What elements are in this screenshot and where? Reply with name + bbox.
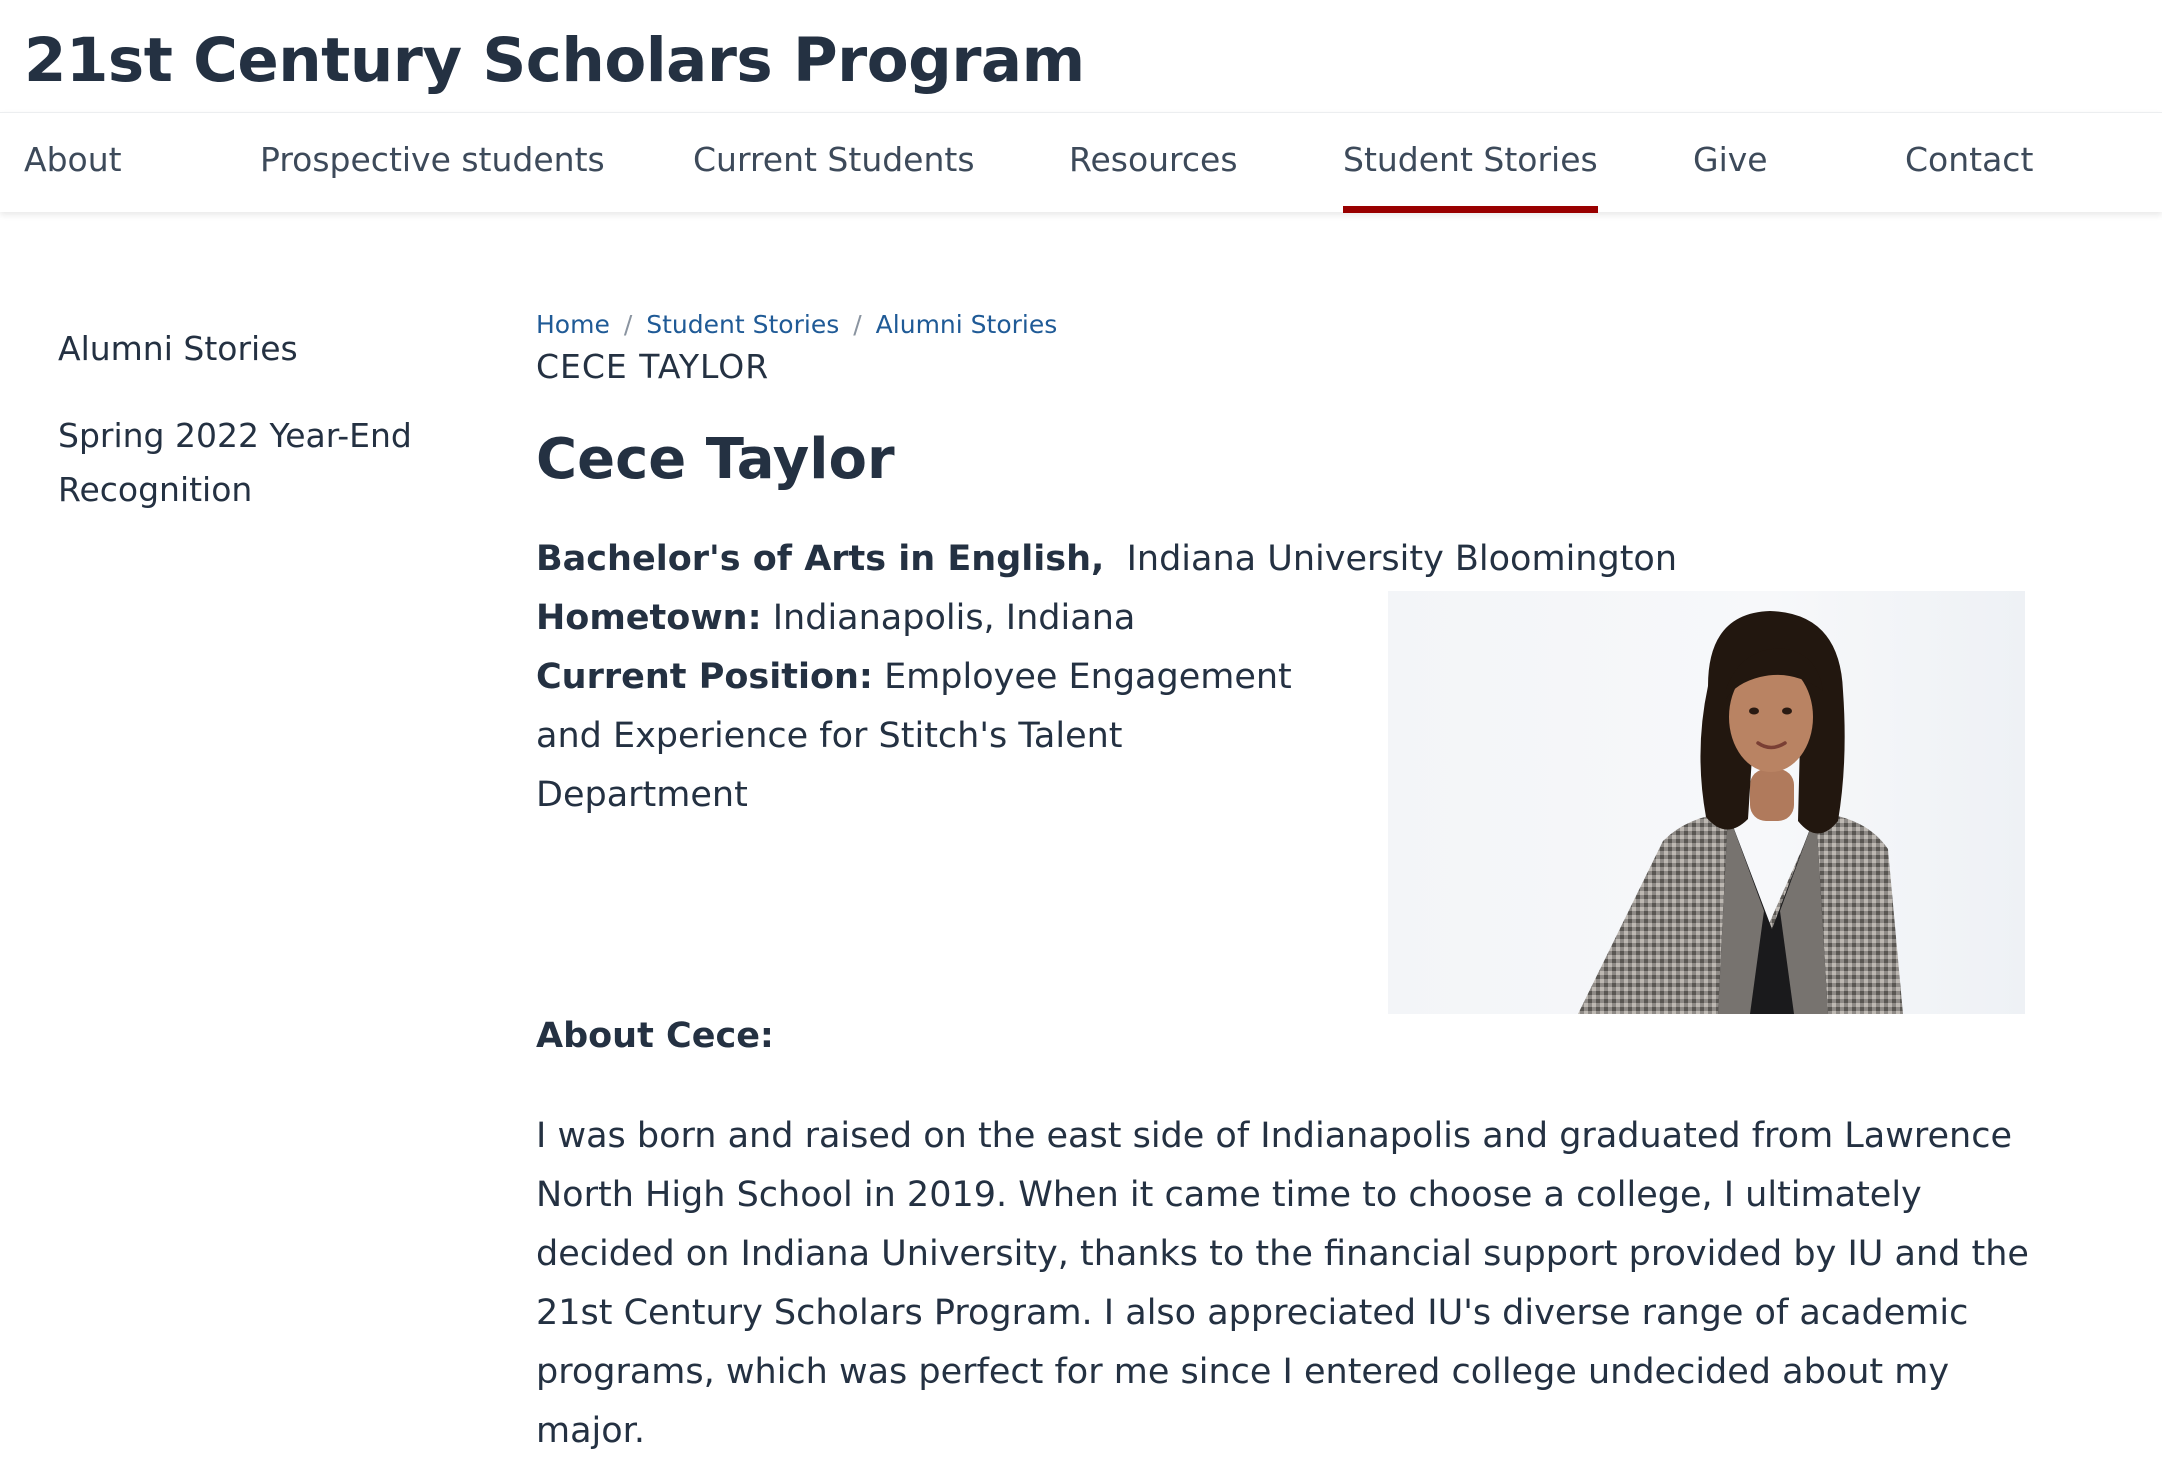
nav-item-current-students[interactable]: Current Students [693,113,975,213]
page-title: Cece Taylor [536,427,895,492]
hometown-value: Indianapolis, Indiana [772,598,1136,638]
portrait-photo [1388,591,2025,1014]
sidebar-item-alumni-stories[interactable]: Alumni Stories [58,322,438,376]
hometown-label: Hometown: [536,598,762,638]
breadcrumb-home[interactable]: Home [536,310,610,339]
site-title[interactable]: 21st Century Scholars Program [24,18,1085,104]
about-heading: About Cece: [536,1016,774,1056]
degree-line: Bachelor's of Arts in English, Indiana U… [536,530,1677,589]
degree-label: Bachelor's of Arts in English, [536,539,1105,579]
breadcrumb-student-stories[interactable]: Student Stories [646,310,839,339]
portrait-photo-icon [1578,611,1903,1014]
degree-value: Indiana University Bloomington [1126,539,1678,579]
nav-item-student-stories[interactable]: Student Stories [1343,113,1598,213]
nav-item-prospective-students[interactable]: Prospective students [260,113,605,213]
position-line: Current Position: Employee Engagement an… [536,648,1336,825]
nav-item-about[interactable]: About [24,113,122,213]
nav-item-resources[interactable]: Resources [1069,113,1238,213]
sidebar-nav: Alumni Stories Spring 2022 Year-End Reco… [58,322,438,517]
breadcrumb-current: CECE TAYLOR [536,347,770,386]
sidebar-item-spring-2022-recognition[interactable]: Spring 2022 Year-End Recognition [58,409,438,517]
nav-item-contact[interactable]: Contact [1905,113,2033,213]
breadcrumb-separator: / [623,310,633,339]
position-label: Current Position: [536,657,873,697]
hometown-line: Hometown: Indianapolis, Indiana [536,589,1135,648]
breadcrumb: Home / Student Stories / Alumni Stories [536,305,1057,345]
about-body: I was born and raised on the east side o… [536,1116,2029,1451]
nav-item-give[interactable]: Give [1693,113,1768,213]
main-nav: About Prospective students Current Stude… [0,112,2162,213]
breadcrumb-separator: / [853,310,862,339]
breadcrumb-alumni-stories[interactable]: Alumni Stories [876,310,1058,339]
